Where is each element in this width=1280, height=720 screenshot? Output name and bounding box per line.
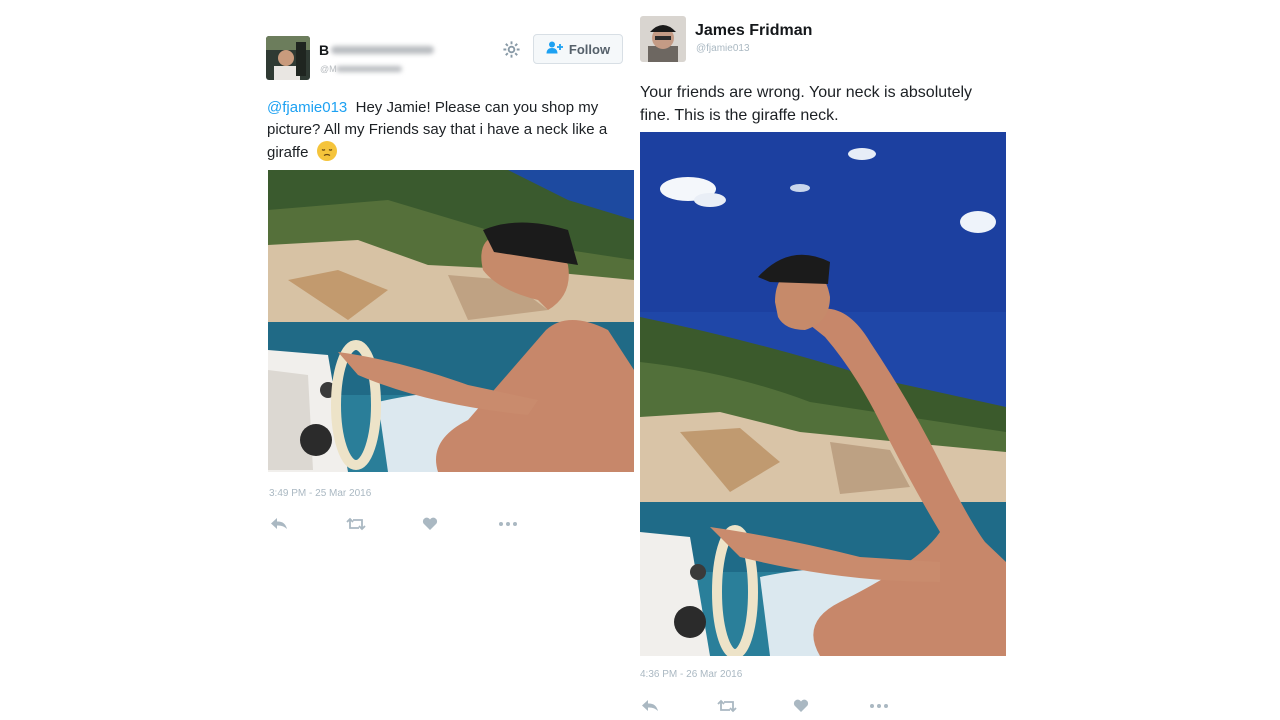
left-tweet-text: @fjamie013 Hey Jamie! Please can you sho… <box>267 97 639 164</box>
like-icon[interactable] <box>422 517 498 533</box>
left-tweet-photo[interactable] <box>268 170 634 472</box>
follow-button[interactable]: Follow <box>533 34 623 64</box>
left-author-handle-text: @M <box>320 64 337 74</box>
left-author-name-text: B <box>319 42 330 58</box>
left-tweet-timestamp[interactable]: 3:49 PM - 25 Mar 2016 <box>269 488 371 499</box>
left-author-handle: @M <box>320 64 402 74</box>
redacted-name-blur <box>331 46 434 54</box>
follow-button-label: Follow <box>568 41 611 57</box>
right-author-name[interactable]: James Fridman <box>695 22 812 40</box>
mention-link[interactable]: @fjamie013 <box>267 99 347 116</box>
reply-icon[interactable] <box>641 699 717 715</box>
right-tweet-timestamp[interactable]: 4:36 PM - 26 Mar 2016 <box>640 669 742 680</box>
left-tweet-actions <box>270 517 574 533</box>
right-author-avatar[interactable] <box>640 16 686 62</box>
redacted-handle-blur <box>336 66 402 72</box>
left-author-avatar[interactable] <box>266 36 310 80</box>
more-icon[interactable] <box>869 699 945 715</box>
gear-icon[interactable] <box>502 40 521 59</box>
more-icon[interactable] <box>498 517 574 533</box>
retweet-icon[interactable] <box>346 517 422 533</box>
reply-icon[interactable] <box>270 517 346 533</box>
right-tweet-actions <box>641 699 945 715</box>
left-author-name[interactable]: B <box>319 42 434 58</box>
add-user-icon <box>546 41 564 57</box>
sad-face-emoji <box>316 141 337 161</box>
right-tweet-photo[interactable] <box>640 132 1006 656</box>
retweet-icon[interactable] <box>717 699 793 715</box>
right-tweet-text: Your friends are wrong. Your neck is abs… <box>640 84 973 124</box>
right-author-handle: @fjamie013 <box>696 43 750 54</box>
like-icon[interactable] <box>793 699 869 715</box>
